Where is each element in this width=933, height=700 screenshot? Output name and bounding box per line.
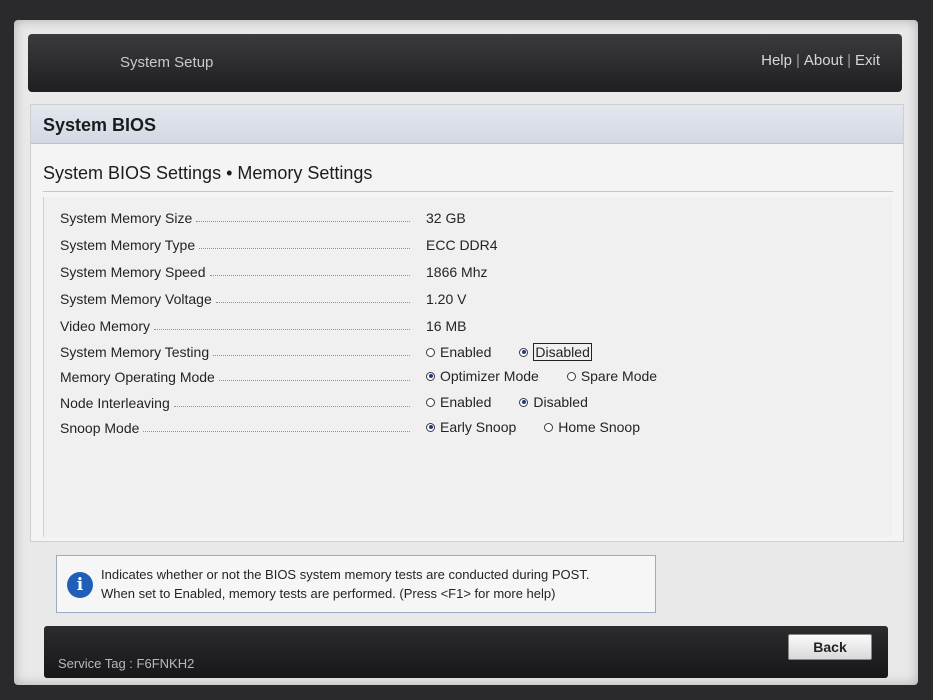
setting-row-memory-testing: System Memory Testing Enabled Disabled: [60, 341, 880, 365]
radio-group: Enabled Disabled: [426, 394, 616, 410]
help-line-2: When set to Enabled, memory tests are pe…: [101, 586, 556, 601]
radio-button[interactable]: [426, 347, 435, 357]
radio-label: Enabled: [440, 344, 492, 360]
help-text: Indicates whether or not the BIOS system…: [101, 565, 641, 603]
settings-panel: System BIOS System BIOS Settings • Memor…: [30, 104, 904, 542]
setting-label: Node Interleaving: [60, 395, 170, 411]
bottom-bar: Service Tag : F6FNKH2 Back: [44, 626, 888, 678]
radio-button-selected[interactable]: [519, 397, 529, 407]
radio-option-early-snoop[interactable]: Early Snoop: [426, 419, 516, 435]
radio-button[interactable]: [544, 422, 554, 432]
exit-link[interactable]: Exit: [855, 52, 880, 69]
radio-group: Optimizer Mode Spare Mode: [426, 368, 685, 384]
leader-dots: [209, 274, 410, 276]
radio-option-enabled[interactable]: Enabled: [426, 394, 491, 410]
setting-row-operating-mode: Memory Operating Mode Optimizer Mode Spa…: [60, 366, 880, 390]
leader-dots: [173, 405, 410, 407]
settings-list: System Memory Size 32 GB System Memory T…: [43, 197, 892, 537]
setting-label: System Memory Voltage: [60, 291, 212, 307]
separator: |: [847, 52, 851, 69]
radio-option-home-snoop[interactable]: Home Snoop: [544, 419, 640, 435]
panel-heading: System BIOS: [43, 115, 157, 135]
panel-header: System BIOS: [31, 105, 903, 144]
radio-button-selected[interactable]: [426, 422, 435, 432]
leader-dots: [215, 301, 410, 303]
setting-label: Snoop Mode: [60, 420, 140, 436]
radio-label: Early Snoop: [440, 419, 517, 435]
setting-row-snoop-mode: Snoop Mode Early Snoop Home Snoop: [60, 417, 880, 441]
setting-row-node-interleaving: Node Interleaving Enabled Disabled: [60, 392, 880, 416]
divider: [43, 191, 893, 192]
top-header-bar: System Setup Help | About | Exit: [28, 34, 902, 92]
radio-option-disabled[interactable]: Disabled: [519, 394, 588, 410]
radio-button-selected[interactable]: [426, 371, 435, 381]
setting-label: System Memory Speed: [60, 264, 206, 280]
separator: |: [795, 52, 800, 69]
setting-row-video-memory: Video Memory 16 MB: [60, 315, 880, 339]
setting-label: Memory Operating Mode: [60, 369, 215, 385]
setting-value: 32 GB: [426, 210, 466, 226]
leader-dots: [218, 379, 410, 381]
radio-option-spare-mode[interactable]: Spare Mode: [566, 368, 658, 384]
radio-label: Home Snoop: [558, 419, 640, 435]
radio-option-enabled[interactable]: Enabled: [426, 343, 491, 361]
help-link[interactable]: Help: [761, 52, 792, 69]
leader-dots: [199, 247, 410, 249]
leader-dots: [154, 328, 410, 330]
radio-button-selected[interactable]: [519, 347, 529, 357]
back-button[interactable]: Back: [788, 634, 872, 660]
leader-dots: [196, 220, 410, 222]
service-tag: Service Tag : F6FNKH2: [58, 656, 195, 671]
info-icon: i: [67, 572, 93, 598]
setting-label: System Memory Size: [60, 210, 193, 226]
breadcrumb: System BIOS Settings • Memory Settings: [43, 163, 373, 183]
radio-button[interactable]: [426, 397, 435, 407]
radio-label: Optimizer Mode: [440, 368, 539, 384]
radio-label: Disabled: [533, 394, 588, 410]
leader-dots: [143, 430, 410, 432]
radio-option-disabled[interactable]: Disabled: [519, 343, 592, 361]
about-link[interactable]: About: [804, 52, 843, 69]
radio-group: Early Snoop Home Snoop: [426, 419, 668, 435]
setting-value: 16 MB: [426, 318, 467, 334]
setting-value: 1866 Mhz: [426, 264, 488, 280]
setting-value: 1.20 V: [426, 291, 467, 307]
setting-row-memory-size: System Memory Size 32 GB: [60, 207, 880, 231]
setting-row-memory-voltage: System Memory Voltage 1.20 V: [60, 288, 880, 312]
setting-row-memory-speed: System Memory Speed 1866 Mhz: [60, 261, 880, 285]
leader-dots: [213, 354, 410, 356]
radio-option-optimizer-mode[interactable]: Optimizer Mode: [426, 368, 539, 384]
setting-row-memory-type: System Memory Type ECC DDR4: [60, 234, 880, 258]
help-text-box: i Indicates whether or not the BIOS syst…: [56, 555, 656, 613]
app-title: System Setup: [120, 54, 214, 71]
radio-label-focused: Disabled: [533, 343, 592, 361]
setting-value: ECC DDR4: [426, 237, 498, 253]
help-line-1: Indicates whether or not the BIOS system…: [101, 567, 590, 582]
radio-group: Enabled Disabled: [426, 343, 620, 361]
setting-label: System Memory Type: [60, 237, 196, 253]
radio-button[interactable]: [566, 371, 576, 381]
header-links: Help | About | Exit: [761, 52, 880, 69]
setting-label: Video Memory: [60, 318, 151, 334]
radio-label: Spare Mode: [580, 368, 658, 384]
setting-label: System Memory Testing: [60, 344, 210, 360]
bios-screen: System Setup Help | About | Exit System BIOS…: [14, 20, 918, 685]
radio-label: Enabled: [440, 394, 492, 410]
